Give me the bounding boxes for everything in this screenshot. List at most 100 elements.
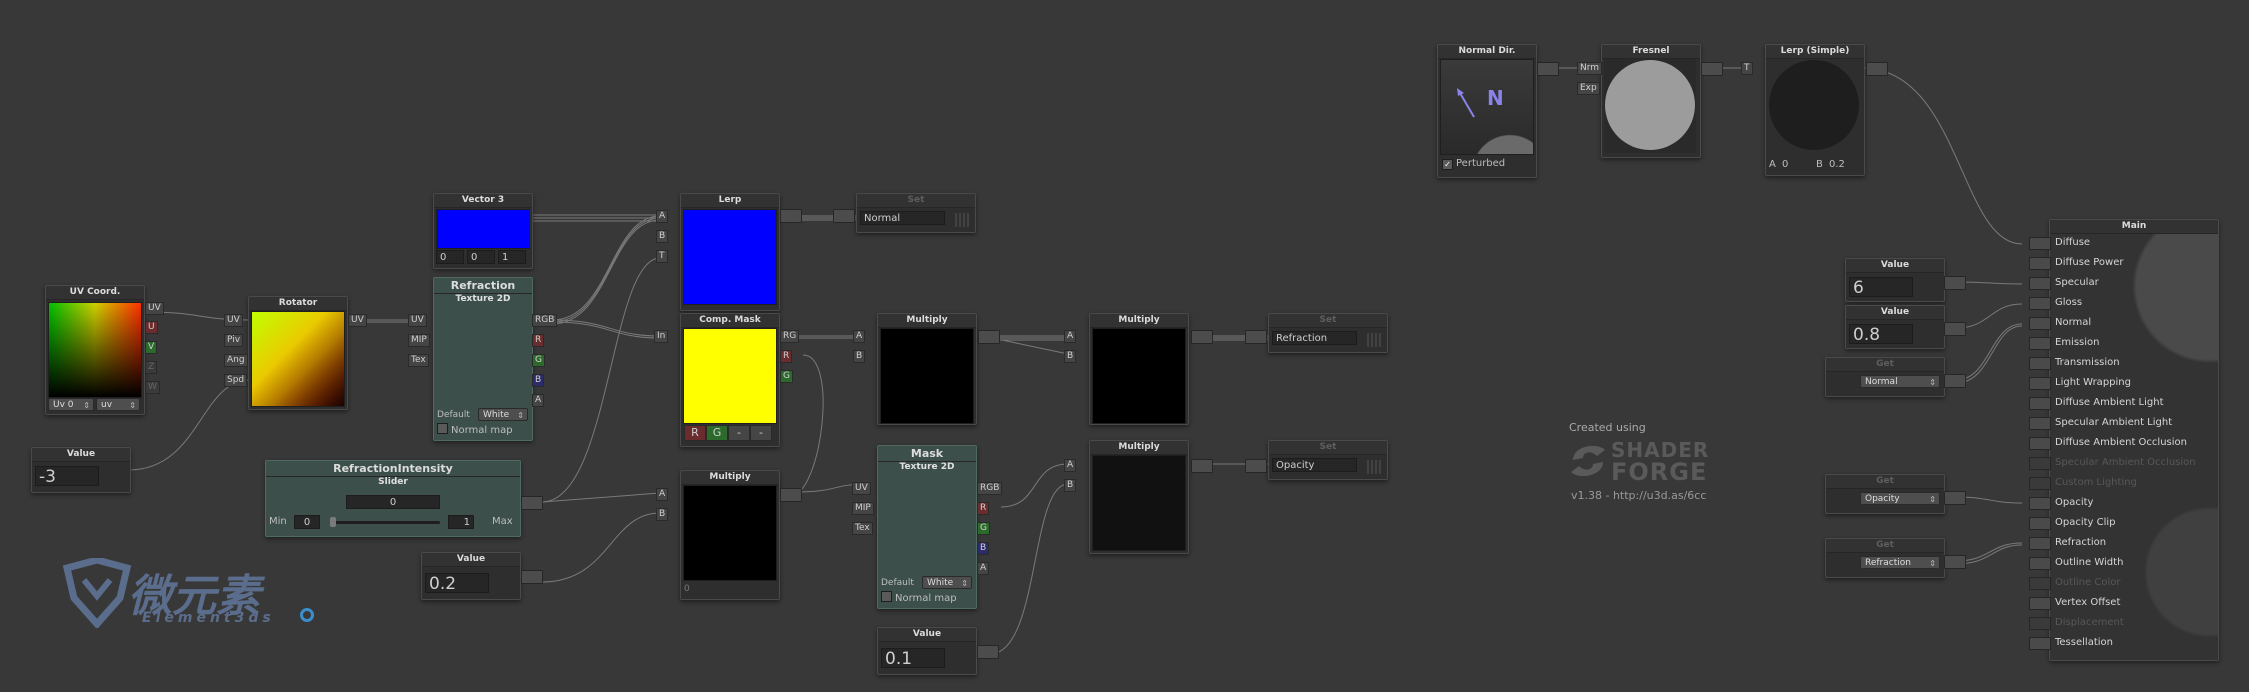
main-input-port[interactable]: [2029, 557, 2051, 570]
refraction-g-output[interactable]: G: [532, 354, 545, 367]
lerp-b-input[interactable]: B: [656, 230, 669, 243]
get-output-port[interactable]: [1944, 374, 1966, 388]
multiply-a-input[interactable]: A: [656, 488, 669, 501]
set-refraction-node[interactable]: Set Refraction: [1268, 313, 1388, 353]
main-input-port[interactable]: [2029, 277, 2051, 290]
comp-mask-node[interactable]: Comp. Mask R G - -: [680, 313, 780, 447]
value-field[interactable]: 0.1: [881, 648, 945, 668]
main-input-port[interactable]: [2029, 537, 2051, 550]
main-input-row[interactable]: Opacity Clip: [2029, 516, 2116, 530]
mask-uv-input[interactable]: UV: [852, 482, 871, 495]
mask-a-output[interactable]: A: [977, 562, 990, 575]
set-normal-node[interactable]: Set Normal: [856, 193, 976, 233]
multiply-b-input[interactable]: B: [1064, 479, 1077, 492]
main-input-port[interactable]: [2029, 457, 2051, 470]
get-refraction-node[interactable]: Get Refraction ⇕: [1825, 538, 1945, 578]
set-opacity-input-port[interactable]: [1245, 459, 1267, 473]
slider-max-field[interactable]: 1: [448, 515, 474, 529]
lerp-simple-output-port[interactable]: [1866, 62, 1888, 76]
drag-handle[interactable]: [955, 213, 969, 227]
multiply-a-input[interactable]: A: [853, 330, 866, 343]
checkbox-box[interactable]: [881, 591, 892, 602]
value-output-port[interactable]: [1944, 276, 1966, 290]
main-input-row[interactable]: Light Wrapping: [2029, 376, 2131, 390]
vector3-y-field[interactable]: 0: [467, 250, 495, 264]
main-input-port[interactable]: [2029, 597, 2051, 610]
perturbed-checkbox[interactable]: ✓ Perturbed: [1442, 158, 1505, 170]
slider-current-field[interactable]: 0: [346, 495, 440, 509]
value-output-port[interactable]: [521, 570, 543, 584]
value-node[interactable]: Value -3: [31, 447, 131, 493]
main-input-row[interactable]: Normal: [2029, 316, 2091, 330]
value-node[interactable]: Value 6: [1845, 258, 1945, 302]
refraction-tex-input[interactable]: Tex: [408, 354, 429, 367]
value-output-port[interactable]: [977, 645, 999, 659]
uv-name-dropdown[interactable]: uv ⇕: [96, 398, 140, 411]
main-input-row[interactable]: Specular Ambient Occlusion: [2029, 456, 2196, 470]
uv-channel-dropdown[interactable]: Uv 0 ⇕: [48, 398, 94, 411]
value-field[interactable]: 6: [1849, 277, 1913, 297]
multiply-output-port[interactable]: [978, 330, 1000, 344]
rotator-node[interactable]: Rotator: [248, 296, 348, 410]
main-input-port[interactable]: [2029, 477, 2051, 490]
rotator-spd-input[interactable]: Spd: [224, 374, 248, 387]
default-texture-dropdown[interactable]: White ⇕: [922, 576, 972, 589]
set-refraction-input-port[interactable]: [1245, 330, 1267, 344]
rotator-uv-output[interactable]: UV: [348, 314, 367, 327]
refraction-rgb-output[interactable]: RGB: [532, 314, 558, 327]
default-texture-dropdown[interactable]: White ⇕: [478, 408, 528, 421]
normal-map-checkbox[interactable]: Normal map: [437, 423, 513, 436]
main-input-port[interactable]: [2029, 297, 2051, 310]
get-output-port[interactable]: [1944, 555, 1966, 569]
slider-min-field[interactable]: 0: [294, 515, 320, 529]
vector3-x-field[interactable]: 0: [436, 250, 464, 264]
checkbox-box[interactable]: [437, 423, 448, 434]
main-input-row[interactable]: Displacement: [2029, 616, 2124, 630]
lerp-a-input[interactable]: A: [656, 210, 669, 223]
main-input-port[interactable]: [2029, 417, 2051, 430]
get-name-dropdown[interactable]: Normal ⇕: [1860, 375, 1940, 388]
multiply-node[interactable]: Multiply: [877, 313, 977, 425]
main-input-port[interactable]: [2029, 317, 2051, 330]
main-input-row[interactable]: Opacity: [2029, 496, 2093, 510]
main-input-row[interactable]: Refraction: [2029, 536, 2106, 550]
fresnel-node[interactable]: Fresnel: [1601, 44, 1701, 158]
rotator-ang-input[interactable]: Ang: [224, 354, 248, 367]
set-opacity-node[interactable]: Set Opacity: [1268, 440, 1388, 480]
mask-g-output[interactable]: G: [977, 522, 990, 535]
lerp-output-port[interactable]: [780, 209, 802, 223]
main-input-port[interactable]: [2029, 397, 2051, 410]
value-field[interactable]: 0.8: [1849, 324, 1913, 344]
main-input-row[interactable]: Gloss: [2029, 296, 2082, 310]
lerp-t-input[interactable]: T: [656, 250, 668, 263]
comp-mask-r-output[interactable]: R: [780, 350, 793, 363]
get-normal-node[interactable]: Get Normal ⇕: [1825, 357, 1945, 397]
main-input-port[interactable]: [2029, 437, 2051, 450]
main-input-row[interactable]: Outline Color: [2029, 576, 2120, 590]
comp-mask-in-input[interactable]: In: [654, 330, 669, 343]
mask-b-output[interactable]: B: [977, 542, 990, 555]
main-input-row[interactable]: Emission: [2029, 336, 2100, 350]
multiply-output-port[interactable]: [1191, 459, 1213, 473]
refraction-b-output[interactable]: B: [532, 374, 545, 387]
lerp-node[interactable]: Lerp: [680, 193, 780, 311]
slider-thumb[interactable]: [330, 517, 336, 527]
main-input-port[interactable]: [2029, 577, 2051, 590]
mask-tex-input[interactable]: Tex: [852, 522, 873, 535]
main-input-row[interactable]: Specular Ambient Light: [2029, 416, 2172, 430]
checkbox-box[interactable]: ✓: [1442, 159, 1453, 170]
b-value[interactable]: 0.2: [1829, 159, 1845, 170]
v-output-port[interactable]: V: [145, 341, 158, 354]
normal-dir-node[interactable]: Normal Dir. N ✓ Perturbed: [1437, 44, 1537, 178]
normal-map-checkbox[interactable]: Normal map: [881, 591, 957, 604]
multiply-node[interactable]: Multiply 0: [680, 470, 780, 600]
mask-mip-input[interactable]: MIP: [852, 502, 874, 515]
w-output-port[interactable]: W: [145, 381, 160, 394]
refraction-mip-input[interactable]: MIP: [408, 334, 430, 347]
z-output-port[interactable]: Z: [145, 361, 158, 374]
set-name-field[interactable]: Normal: [860, 211, 945, 225]
main-input-row[interactable]: Tessellation: [2029, 636, 2113, 650]
main-input-row[interactable]: Specular: [2029, 276, 2099, 290]
uv-output-port[interactable]: UV: [145, 302, 164, 315]
fresnel-output-port[interactable]: [1701, 62, 1723, 76]
